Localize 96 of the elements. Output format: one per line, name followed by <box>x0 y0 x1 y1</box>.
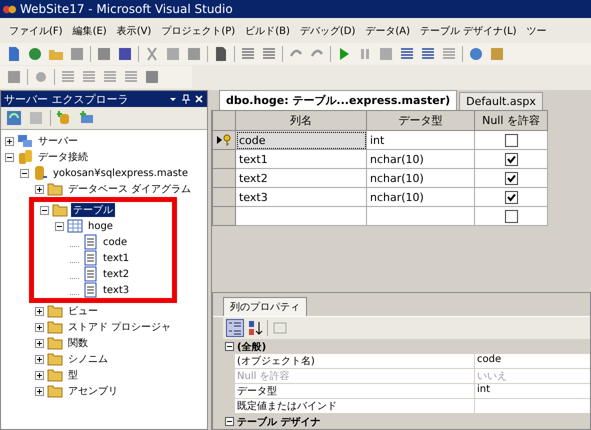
menu-item[interactable]: 表示(V) <box>112 24 156 38</box>
expander-icon[interactable] <box>40 206 49 214</box>
tree-item[interactable]: テーブル <box>71 203 115 217</box>
expander-icon[interactable] <box>225 342 234 351</box>
table-cell[interactable]: code <box>239 134 266 146</box>
expander-icon[interactable] <box>35 184 44 194</box>
property-value[interactable]: code <box>474 354 590 369</box>
expander-icon[interactable] <box>35 306 44 316</box>
folder-icon <box>47 383 63 399</box>
row-header[interactable] <box>212 130 236 150</box>
column-icon <box>82 266 98 282</box>
tree-item[interactable]: ビュー <box>66 304 100 318</box>
menu-item[interactable]: 編集(E) <box>68 24 112 38</box>
menu-item[interactable]: デバッグ(D) <box>294 24 360 38</box>
document-tab[interactable]: Default.aspx <box>459 92 543 110</box>
tree-item[interactable]: text1 <box>101 252 132 264</box>
table-cell[interactable]: text2 <box>239 172 268 184</box>
expander-icon[interactable] <box>35 322 44 332</box>
table-icon <box>67 218 83 234</box>
checkbox[interactable] <box>504 210 518 223</box>
new-project-icon[interactable] <box>6 46 22 62</box>
expander-icon[interactable] <box>55 222 64 230</box>
document-tab[interactable]: dbo.hoge: テーブル...express.master) <box>219 90 458 110</box>
folder-icon <box>47 367 63 383</box>
sort-icon[interactable] <box>247 320 263 336</box>
folder-icon <box>47 351 63 367</box>
tree-item[interactable]: アセンブリ <box>66 384 120 398</box>
column-header[interactable]: データ型 <box>366 110 474 130</box>
table-cell[interactable]: text3 <box>239 190 268 204</box>
folder-icon <box>47 303 63 319</box>
database-icon <box>32 165 48 181</box>
column-header[interactable]: 列名 <box>236 110 366 130</box>
expander-icon[interactable] <box>225 417 234 426</box>
panel-title: サーバー エクスプローラ <box>4 92 128 106</box>
tree-item[interactable]: 型 <box>66 368 80 382</box>
lines-icon[interactable] <box>240 46 256 62</box>
document-icon[interactable] <box>213 46 229 62</box>
menu-item[interactable]: ビルド(B) <box>240 24 295 38</box>
database-icon <box>17 149 33 165</box>
table-cell[interactable]: text1 <box>239 152 268 166</box>
checkbox[interactable] <box>504 190 518 204</box>
tree-item[interactable]: データベース ダイアグラム <box>66 182 194 196</box>
property-value[interactable]: int <box>474 384 590 399</box>
server-add-icon[interactable] <box>79 110 95 126</box>
column-icon <box>82 282 98 298</box>
menu-item[interactable]: テーブル デザイナ(L) <box>415 24 522 38</box>
property-value: いいえ <box>474 369 590 384</box>
expander-icon[interactable] <box>35 354 44 364</box>
lines-icon[interactable] <box>261 46 277 62</box>
tree-item[interactable]: 関数 <box>66 336 90 350</box>
menu-item[interactable]: データ(A) <box>360 24 416 38</box>
tree-item[interactable]: ストアド プロシージャ <box>66 320 174 334</box>
expander-icon[interactable] <box>35 386 44 396</box>
current-key-icon <box>216 134 232 146</box>
tree-item[interactable]: text3 <box>101 284 132 296</box>
lines-icon[interactable] <box>399 46 415 62</box>
pin-icon[interactable] <box>181 94 191 104</box>
column-header[interactable]: Null を許容 <box>474 110 548 130</box>
column-icon <box>82 234 98 250</box>
checkbox[interactable] <box>504 172 518 185</box>
folder-icon <box>52 202 68 218</box>
tree-item[interactable]: code <box>101 236 130 248</box>
tree-item[interactable]: yokosan¥sqlexpress.maste <box>51 168 190 178</box>
tree-item[interactable]: hoge <box>86 220 115 232</box>
expander-icon[interactable] <box>5 136 14 146</box>
checkbox[interactable] <box>504 152 518 166</box>
folder-icon <box>47 335 63 351</box>
expander-icon[interactable] <box>20 168 29 178</box>
lines-icon[interactable] <box>420 46 436 62</box>
checkbox[interactable] <box>504 134 518 147</box>
property-name: (オブジェクト名) <box>235 354 474 369</box>
tree-item[interactable]: シノニム <box>66 352 110 366</box>
window-title: WebSite17 - Microsoft Visual Studio <box>20 2 233 16</box>
table-cell[interactable]: int <box>370 134 384 146</box>
properties-tab[interactable]: 列のプロパティ <box>223 297 307 316</box>
close-icon[interactable] <box>194 94 204 104</box>
refresh-icon[interactable] <box>6 110 22 126</box>
tree-item[interactable]: サーバー <box>36 134 80 148</box>
tree-item[interactable]: text2 <box>101 268 132 280</box>
folder-icon <box>47 319 63 335</box>
stop-icon[interactable] <box>378 46 394 62</box>
property-name: Null を許容 <box>235 369 474 384</box>
category-label: (全般) <box>237 340 266 354</box>
expander-icon[interactable] <box>35 370 44 380</box>
folder-icon <box>47 181 63 197</box>
menu-item[interactable]: プロジェクト(P) <box>156 24 240 38</box>
category-label: テーブル デザイナ <box>237 416 320 428</box>
menu-item[interactable]: ファイル(F) <box>4 24 68 38</box>
tree-item[interactable]: データ接続 <box>36 150 90 164</box>
expander-icon[interactable] <box>5 152 14 162</box>
server-icon <box>17 133 33 149</box>
expander-icon[interactable] <box>35 338 44 348</box>
menu-item[interactable]: ツー <box>522 24 552 38</box>
column-icon <box>82 250 98 266</box>
property-name: データ型 <box>235 384 474 399</box>
categorized-icon[interactable] <box>227 320 243 336</box>
